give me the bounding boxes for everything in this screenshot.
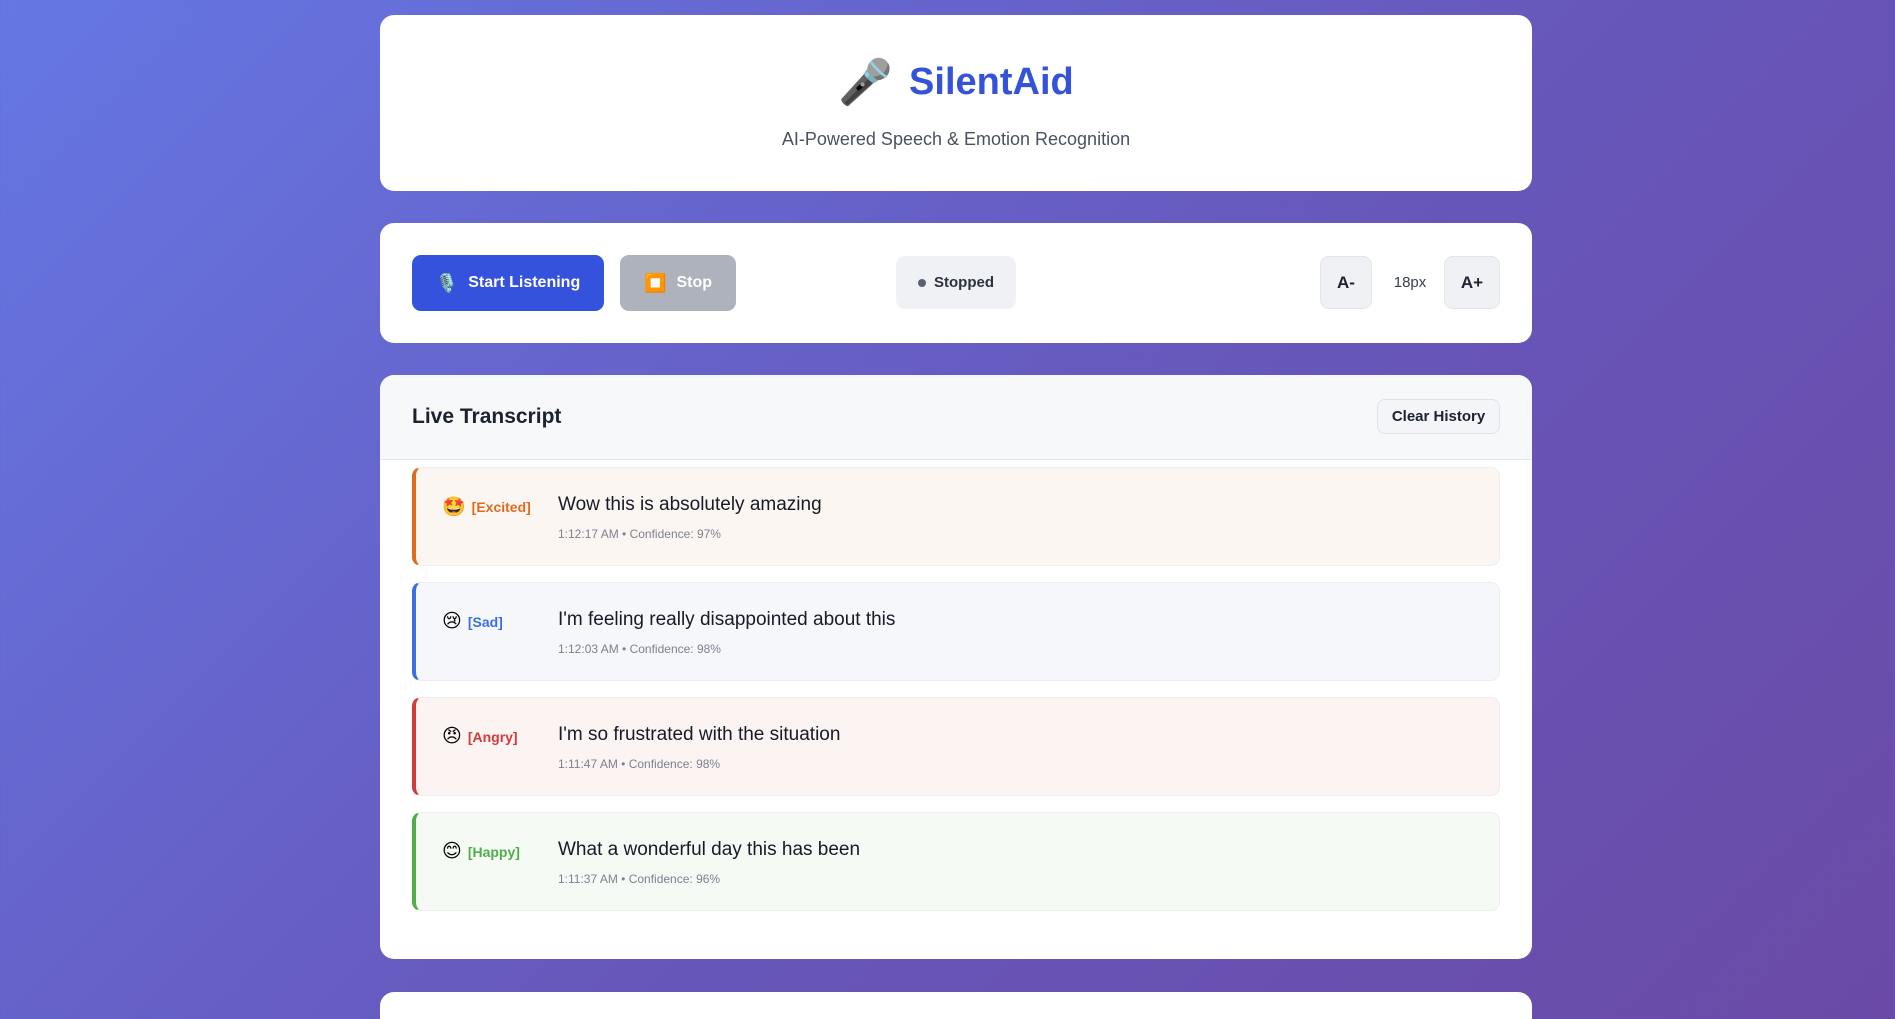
emotion-tag: 😊 [Happy]	[442, 840, 520, 863]
emotion-label: [Angry]	[467, 728, 518, 745]
app-subtitle: AI-Powered Speech & Emotion Recognition	[781, 128, 1131, 149]
app-title: 🎤 SilentAid	[838, 57, 1074, 107]
transcript-card: Live Transcript Clear History 🤩 [Excited…	[380, 375, 1532, 959]
status-label: Stopped	[934, 274, 994, 291]
start-listening-label: Start Listening	[468, 274, 581, 291]
increase-font-button[interactable]: A+	[1444, 256, 1500, 309]
emotion-tag: 😠 [Angry]	[442, 725, 518, 748]
happy-face-icon: 😊	[442, 841, 462, 862]
transcript-entry: 😠 [Angry] I'm so frustrated with the sit…	[412, 697, 1500, 796]
transcript-list: 🤩 [Excited] Wow this is absolutely amazi…	[380, 460, 1532, 911]
controls-card: 🎙️ Start Listening ⏹️ Stop Stopped A- 18…	[380, 223, 1532, 343]
transcript-entry: 🤩 [Excited] Wow this is absolutely amazi…	[412, 467, 1500, 566]
transcript-meta: 1:12:03 AM • Confidence: 98%	[558, 642, 721, 656]
microphone-icon: 🎤	[838, 57, 894, 107]
header-card: 🎤 SilentAid AI-Powered Speech & Emotion …	[380, 15, 1532, 191]
stop-label: Stop	[676, 274, 712, 291]
emotion-label: [Happy]	[467, 843, 520, 860]
transcript-entry: 😊 [Happy] What a wonderful day this has …	[412, 812, 1500, 911]
emotion-label: [Sad]	[467, 613, 503, 630]
transcript-text: I'm feeling really disappointed about th…	[558, 609, 896, 630]
sad-face-icon: 😢	[442, 611, 462, 632]
app-container: 🎤 SilentAid AI-Powered Speech & Emotion …	[380, 15, 1532, 959]
status-dot-icon	[918, 278, 926, 287]
transcript-text: Wow this is absolutely amazing	[558, 494, 822, 515]
transcript-meta: 1:11:37 AM • Confidence: 96%	[558, 872, 721, 886]
transcript-text: What a wonderful day this has been	[558, 839, 861, 860]
transcript-entry: 😢 [Sad] I'm feeling really disappointed …	[412, 582, 1500, 681]
excited-face-icon: 🤩	[442, 497, 466, 518]
emotion-tag: 😢 [Sad]	[442, 610, 503, 633]
emotion-label: [Excited]	[471, 499, 531, 515]
start-listening-button[interactable]: 🎙️ Start Listening	[412, 255, 604, 311]
transcript-header: Live Transcript Clear History	[380, 375, 1532, 460]
clear-history-button[interactable]: Clear History	[1377, 399, 1500, 434]
stop-icon: ⏹️	[644, 272, 667, 293]
status-badge: Stopped	[896, 256, 1016, 309]
microphone-icon: 🎙️	[435, 272, 459, 293]
transcript-meta: 1:11:47 AM • Confidence: 98%	[558, 757, 721, 771]
emotion-tag: 🤩 [Excited]	[442, 495, 531, 519]
transcript-meta: 1:12:17 AM • Confidence: 97%	[558, 527, 721, 541]
font-size-value: 18px	[1393, 274, 1427, 291]
app-name: SilentAid	[909, 61, 1074, 103]
transcript-title: Live Transcript	[412, 405, 562, 428]
decrease-font-button[interactable]: A-	[1320, 256, 1372, 309]
angry-face-icon: 😠	[442, 726, 462, 747]
next-section-card	[380, 992, 1532, 1019]
transcript-text: I'm so frustrated with the situation	[558, 724, 841, 745]
stop-button[interactable]: ⏹️ Stop	[620, 255, 736, 311]
